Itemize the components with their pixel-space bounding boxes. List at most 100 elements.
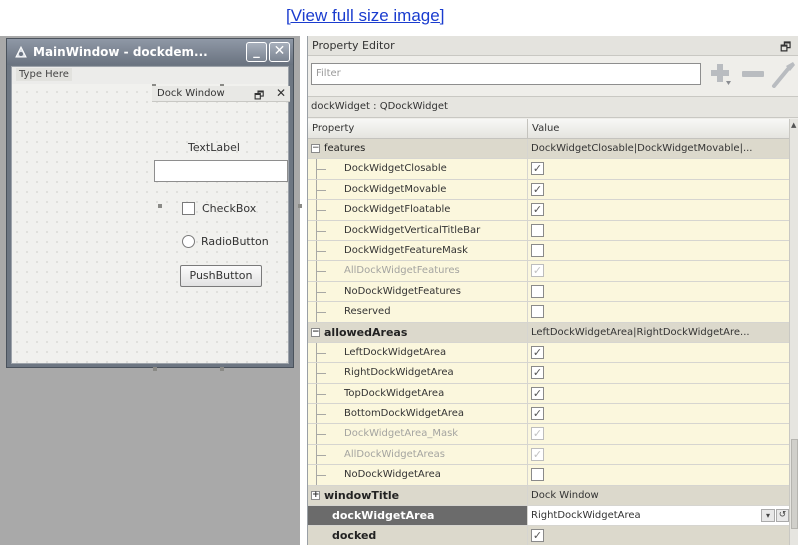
property-editor-titlebar[interactable]: Property Editor: [308, 36, 798, 56]
scroll-up-icon[interactable]: ▲: [791, 121, 796, 129]
property-row[interactable]: NoDockWidgetFeatures: [308, 281, 789, 303]
property-value-cell[interactable]: ✓: [528, 343, 789, 362]
line-edit[interactable]: [154, 160, 288, 182]
property-grid[interactable]: Property Value − features DockWidgetClosab…: [308, 119, 789, 545]
column-header-value[interactable]: Value: [528, 119, 789, 138]
property-row[interactable]: RightDockWidgetArea ✓: [308, 363, 789, 384]
expand-toggle-icon[interactable]: −: [311, 144, 320, 153]
property-row[interactable]: DockWidgetMovable ✓: [308, 179, 789, 201]
float-icon[interactable]: 🗗: [780, 38, 791, 59]
property-row[interactable]: DockWidgetArea_Mask ✓: [308, 424, 789, 445]
property-value-cell[interactable]: LeftDockWidgetArea|RightDockWidgetAre...: [528, 323, 789, 342]
property-row[interactable]: DockWidgetVerticalTitleBar: [308, 220, 789, 241]
property-name: AllDockWidgetAreas: [344, 448, 445, 460]
property-value-cell[interactable]: Dock Window: [528, 486, 789, 505]
property-row[interactable]: + windowTitle Dock Window: [308, 485, 789, 507]
property-value-cell[interactable]: ✓: [528, 424, 789, 443]
property-row[interactable]: AllDockWidgetFeatures ✓: [308, 261, 789, 282]
value-checkbox[interactable]: ✓: [531, 182, 544, 196]
remove-property-icon[interactable]: [742, 71, 764, 77]
selection-handle[interactable]: [298, 204, 302, 208]
vertical-scrollbar[interactable]: ▲: [789, 119, 798, 545]
value-checkbox[interactable]: ✓: [531, 264, 544, 278]
property-value-cell[interactable]: DockWidgetClosable|DockWidgetMovable|...: [528, 139, 789, 158]
property-value-cell[interactable]: [528, 465, 789, 484]
property-row[interactable]: − features DockWidgetClosable|DockWidgetMo…: [308, 139, 789, 160]
property-row[interactable]: DockWidgetFloatable ✓: [308, 200, 789, 221]
tree-branch: [316, 352, 326, 354]
property-row[interactable]: dockWidgetArea RightDockWidgetArea ▾ ↺: [308, 506, 789, 527]
property-row[interactable]: Reserved: [308, 302, 789, 323]
column-header-property[interactable]: Property: [308, 119, 528, 138]
value-checkbox[interactable]: [531, 468, 544, 482]
value-checkbox[interactable]: ✓: [531, 427, 544, 441]
value-checkbox[interactable]: ✓: [531, 386, 544, 400]
property-name: DockWidgetFeatureMask: [344, 244, 468, 256]
tree-branch: [316, 414, 326, 416]
push-button[interactable]: PushButton: [180, 265, 262, 287]
property-value-cell[interactable]: ✓: [528, 445, 789, 464]
value-checkbox[interactable]: ✓: [531, 162, 544, 176]
value-checkbox[interactable]: ✓: [531, 345, 544, 359]
property-row[interactable]: AllDockWidgetAreas ✓: [308, 444, 789, 466]
dock-titlebar[interactable]: Dock Window: [152, 86, 290, 102]
property-value-cell[interactable]: ✓: [528, 384, 789, 403]
expand-toggle-icon[interactable]: −: [311, 327, 320, 337]
property-name-cell: − allowedAreas: [308, 322, 528, 342]
property-value-cell[interactable]: [528, 302, 789, 321]
radio-button[interactable]: [182, 235, 195, 248]
property-value-cell[interactable]: [528, 241, 789, 260]
property-name: allowedAreas: [324, 325, 408, 339]
wrench-icon[interactable]: [771, 60, 797, 88]
menu-type-here[interactable]: Type Here: [16, 68, 72, 81]
filter-input[interactable]: Filter: [311, 63, 701, 85]
property-value-cell[interactable]: ✓: [528, 159, 789, 178]
value-checkbox[interactable]: [531, 305, 544, 319]
property-row[interactable]: − allowedAreas LeftDockWidgetArea|RightDoc…: [308, 322, 789, 343]
float-icon[interactable]: 🗗: [254, 87, 264, 106]
value-checkbox[interactable]: ✓: [531, 529, 544, 543]
property-row[interactable]: TopDockWidgetArea ✓: [308, 383, 789, 405]
property-row[interactable]: DockWidgetClosable ✓: [308, 159, 789, 180]
property-row[interactable]: BottomDockWidgetArea ✓: [308, 404, 789, 425]
tree-branch: [316, 373, 326, 375]
property-name-cell: BottomDockWidgetArea: [308, 404, 528, 424]
property-value-cell[interactable]: [528, 221, 789, 240]
close-icon[interactable]: ✕: [276, 86, 286, 100]
view-full-size-link[interactable]: [View full size image]: [286, 6, 444, 26]
value-checkbox[interactable]: [531, 284, 544, 298]
dropdown-arrow-icon[interactable]: ▾: [761, 509, 775, 523]
close-button[interactable]: ✕: [269, 42, 290, 62]
form-client-area[interactable]: Type Here Dock Window 🗗 ✕ TextLabel Chec…: [11, 66, 302, 371]
value-checkbox[interactable]: [531, 243, 544, 257]
checkbox[interactable]: [182, 202, 195, 215]
add-property-icon[interactable]: [706, 61, 734, 87]
minimize-button[interactable]: _: [246, 42, 267, 62]
property-value-cell[interactable]: [528, 282, 789, 301]
property-row[interactable]: LeftDockWidgetArea ✓: [308, 342, 789, 364]
selection-handle[interactable]: [153, 367, 157, 371]
value-checkbox[interactable]: [531, 223, 544, 237]
property-value-cell[interactable]: RightDockWidgetArea ▾ ↺: [528, 506, 789, 526]
property-row[interactable]: docked ✓: [308, 526, 789, 545]
value-checkbox[interactable]: ✓: [531, 407, 544, 421]
main-window-form[interactable]: MainWindow - dockdem... _ ✕ Type Here Do…: [6, 38, 302, 371]
property-value-cell[interactable]: ✓: [528, 404, 789, 423]
scrollbar-thumb[interactable]: [791, 439, 798, 529]
value-checkbox[interactable]: ✓: [531, 447, 544, 461]
reset-icon[interactable]: ↺: [776, 509, 789, 523]
expand-toggle-icon[interactable]: +: [311, 490, 320, 500]
property-value-cell[interactable]: ✓: [528, 200, 789, 219]
property-value-cell[interactable]: ✓: [528, 180, 789, 199]
property-row[interactable]: DockWidgetFeatureMask: [308, 240, 789, 262]
value-checkbox[interactable]: ✓: [531, 203, 544, 217]
property-value-cell[interactable]: ✓: [528, 363, 789, 382]
property-value-cell[interactable]: ✓: [528, 261, 789, 280]
dock-widget[interactable]: Dock Window 🗗 ✕ TextLabel CheckBox Radio…: [152, 83, 302, 347]
selection-handle[interactable]: [158, 204, 162, 208]
property-row[interactable]: NoDockWidgetArea: [308, 465, 789, 486]
value-checkbox[interactable]: ✓: [531, 366, 544, 380]
property-name-cell: − features: [308, 139, 528, 159]
property-value-cell[interactable]: ✓: [528, 526, 789, 545]
selection-handle[interactable]: [220, 367, 224, 371]
